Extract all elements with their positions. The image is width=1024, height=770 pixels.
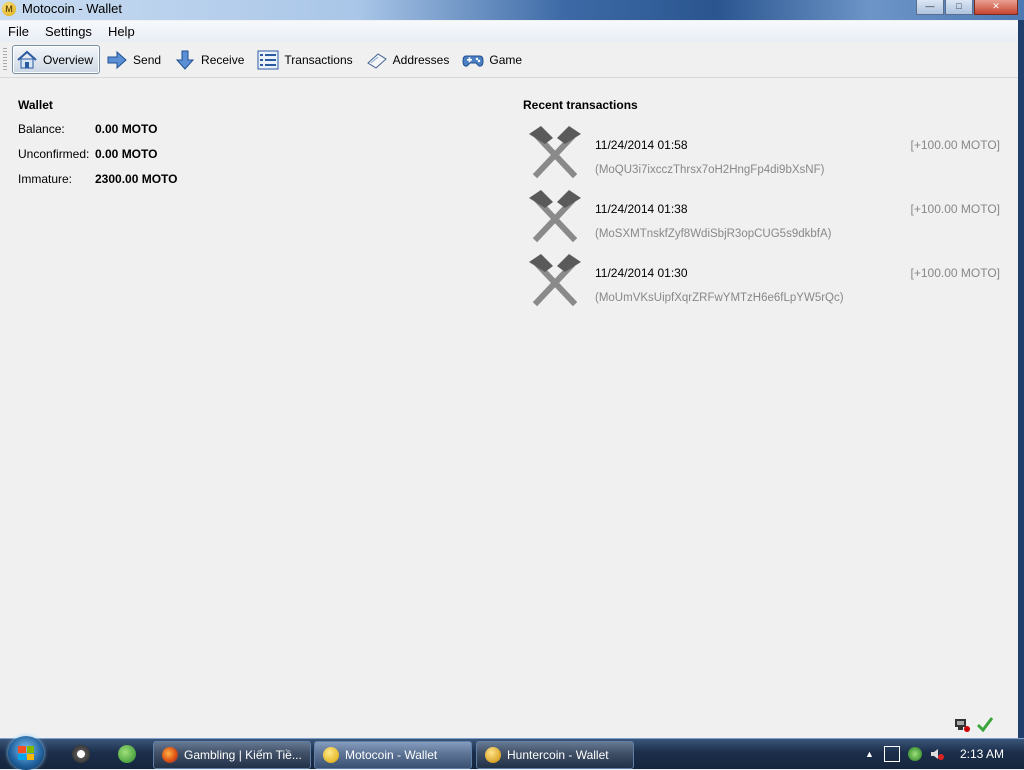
transaction-amount: [+100.00 MOTO] <box>910 202 1001 216</box>
send-arrow-icon <box>106 49 128 71</box>
action-center-icon[interactable] <box>883 746 900 762</box>
unconfirmed-value: 0.00 MOTO <box>95 147 158 161</box>
tab-receive-label: Receive <box>201 52 245 67</box>
transaction-date: 11/24/2014 01:38 <box>595 202 688 216</box>
tab-send-label: Send <box>133 52 162 67</box>
address-book-icon <box>366 49 388 71</box>
recent-transactions-title: Recent transactions <box>523 98 638 112</box>
minimize-button[interactable]: — <box>916 0 944 15</box>
taskbar: Gambling | Kiếm Tiề... Motocoin - Wallet… <box>0 736 1024 770</box>
mined-hammers-icon <box>527 124 583 180</box>
taskbar-item-huntercoin[interactable]: Huntercoin - Wallet <box>476 741 634 769</box>
balance-row: Balance: 0.00 MOTO <box>18 122 178 147</box>
transaction-date: 11/24/2014 01:30 <box>595 266 688 280</box>
network-icon[interactable] <box>907 747 922 761</box>
tab-transactions-label: Transactions <box>284 52 353 67</box>
window-border <box>1018 20 1024 738</box>
network-connections-icon[interactable] <box>954 716 970 735</box>
toolbar-grip[interactable] <box>3 47 7 72</box>
transaction-amount: [+100.00 MOTO] <box>910 138 1001 152</box>
toolbar: Overview Send Receive Transactions Addre… <box>0 42 1018 78</box>
transaction-row[interactable]: 11/24/2014 01:58 [+100.00 MOTO] (MoQU3i7… <box>523 122 1003 186</box>
tab-transactions[interactable]: Transactions <box>253 45 359 74</box>
motocoin-icon <box>323 747 339 763</box>
tab-send[interactable]: Send <box>102 45 168 74</box>
tab-overview-label: Overview <box>43 52 94 67</box>
tab-addresses-label: Addresses <box>392 52 450 67</box>
unconfirmed-row: Unconfirmed: 0.00 MOTO <box>18 147 178 172</box>
status-bar <box>954 716 994 735</box>
close-button[interactable]: ✕ <box>974 0 1018 15</box>
gamepad-icon <box>462 49 484 71</box>
show-hidden-icons-button[interactable]: ▲ <box>865 749 874 759</box>
overview-page: Wallet Balance: 0.00 MOTO Unconfirmed: 0… <box>0 78 1018 738</box>
quick-launch-globe-icon[interactable] <box>118 745 136 763</box>
mined-hammers-icon <box>527 188 583 244</box>
balance-value: 0.00 MOTO <box>95 122 158 136</box>
taskbar-item-browser[interactable]: Gambling | Kiếm Tiề... <box>153 741 311 769</box>
clock[interactable]: 2:13 AM <box>960 747 1004 761</box>
tab-game-label: Game <box>489 52 523 67</box>
balance-label: Balance: <box>18 122 65 136</box>
menu-settings[interactable]: Settings <box>37 24 100 39</box>
tab-game[interactable]: Game <box>458 45 529 74</box>
wallet-title: Wallet <box>18 98 53 112</box>
title-bar: M Motocoin - Wallet — □ ✕ <box>0 0 1024 20</box>
list-icon <box>257 49 279 71</box>
huntercoin-icon <box>485 747 501 763</box>
transaction-row[interactable]: 11/24/2014 01:30 [+100.00 MOTO] (MoUmVKs… <box>523 250 1003 314</box>
taskbar-item-label: Motocoin - Wallet <box>345 748 438 762</box>
tab-addresses[interactable]: Addresses <box>362 45 457 74</box>
menu-bar: File Settings Help <box>0 21 1018 42</box>
quick-launch-clock-icon[interactable] <box>72 745 90 763</box>
taskbar-item-motocoin[interactable]: Motocoin - Wallet <box>314 741 472 769</box>
mined-hammers-icon <box>527 252 583 308</box>
transaction-row[interactable]: 11/24/2014 01:38 [+100.00 MOTO] (MoSXMTn… <box>523 186 1003 250</box>
start-button[interactable] <box>8 736 44 770</box>
tab-receive[interactable]: Receive <box>170 45 251 74</box>
recent-transactions-panel: Recent transactions 11/24/2014 01:58 [+1… <box>523 98 1003 314</box>
transaction-amount: [+100.00 MOTO] <box>910 266 1001 280</box>
windows-logo-icon <box>18 746 34 760</box>
immature-value: 2300.00 MOTO <box>95 172 178 186</box>
menu-file[interactable]: File <box>0 24 37 39</box>
taskbar-item-label: Gambling | Kiếm Tiề... <box>184 748 302 762</box>
firefox-icon <box>162 747 178 763</box>
volume-muted-icon[interactable] <box>930 747 944 761</box>
receive-arrow-icon <box>174 49 196 71</box>
unconfirmed-label: Unconfirmed: <box>18 147 90 161</box>
menu-help[interactable]: Help <box>100 24 143 39</box>
tab-overview[interactable]: Overview <box>12 45 101 74</box>
transaction-date: 11/24/2014 01:58 <box>595 138 688 152</box>
system-tray: ▲ 2:13 AM <box>865 739 1024 769</box>
transaction-address: (MoSXMTnskfZyf8WdiSbjR3opCUG5s9dkbfA) <box>595 228 832 240</box>
window-title: Motocoin - Wallet <box>22 1 122 16</box>
home-icon <box>16 49 38 71</box>
transaction-address: (MoQU3i7ixcczThrsx7oH2HngFp4di9bXsNF) <box>595 164 825 176</box>
immature-row: Immature: 2300.00 MOTO <box>18 172 178 197</box>
wallet-panel: Wallet Balance: 0.00 MOTO Unconfirmed: 0… <box>18 98 178 197</box>
motocoin-app-icon: M <box>2 2 16 16</box>
taskbar-item-label: Huntercoin - Wallet <box>507 748 609 762</box>
maximize-button[interactable]: □ <box>945 0 973 15</box>
immature-label: Immature: <box>18 172 73 186</box>
transaction-address: (MoUmVKsUipfXqrZRFwYMTzH6e6fLpYW5rQc) <box>595 292 844 304</box>
synced-check-icon[interactable] <box>976 716 994 735</box>
